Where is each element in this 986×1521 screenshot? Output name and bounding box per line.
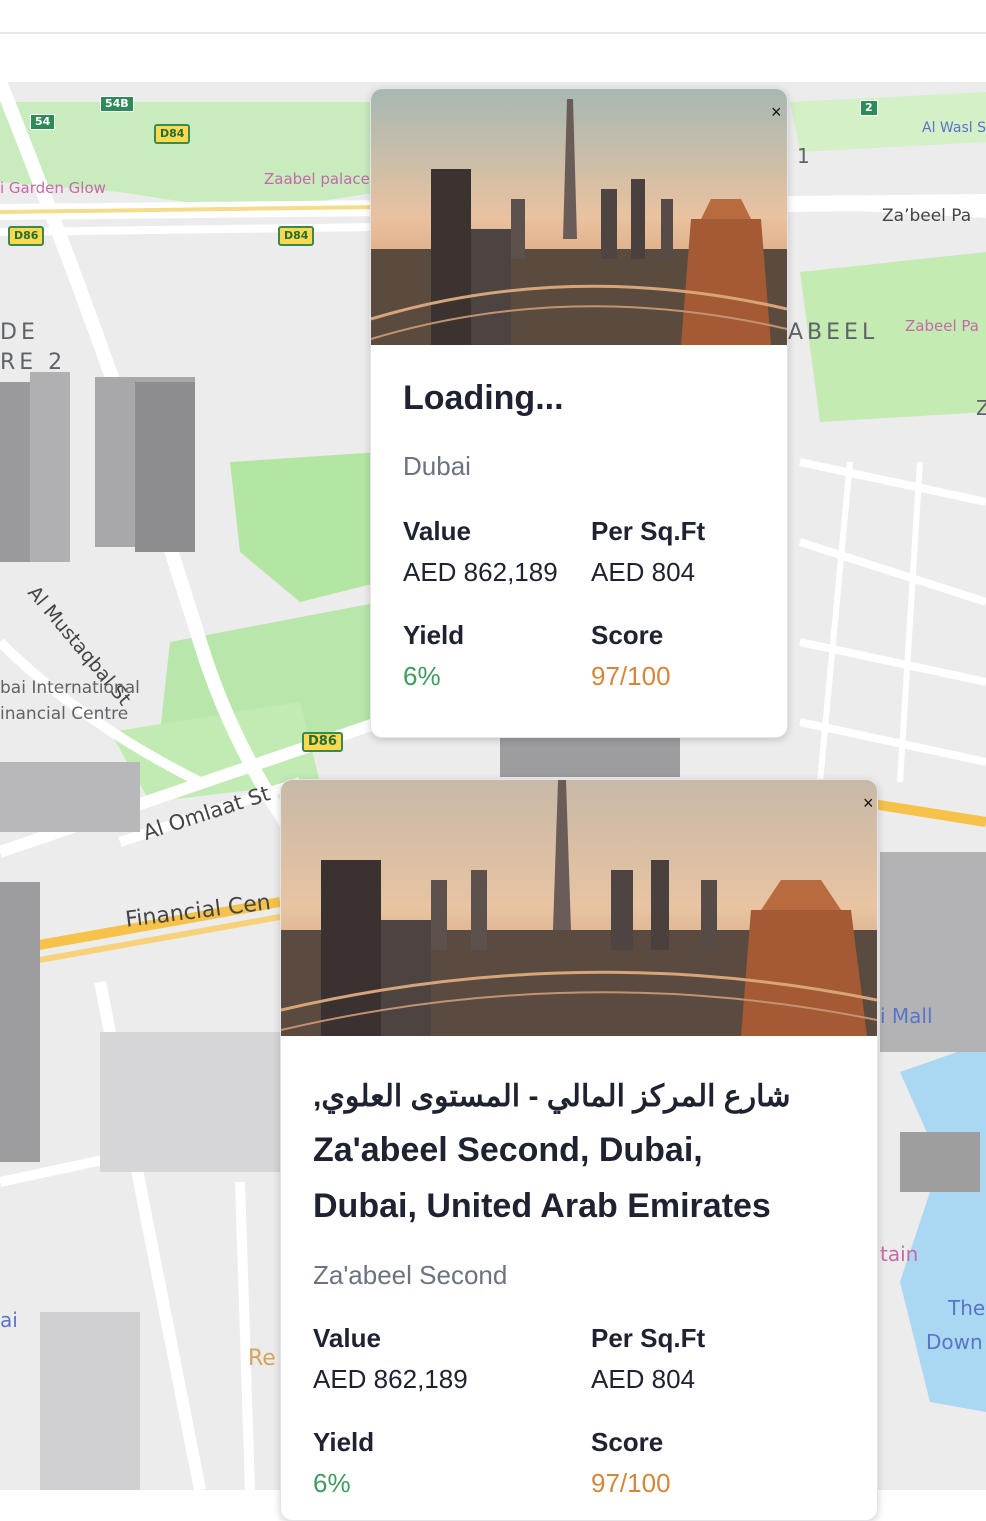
stat-persqft-label: Per Sq.Ft	[591, 516, 706, 546]
stat-yield-label: Yield	[403, 620, 465, 650]
map-label-the: The	[948, 1296, 986, 1320]
map-label-de: DE	[0, 320, 39, 345]
map-label-mall: i Mall	[880, 1004, 933, 1028]
map-label-difc-line2: inancial Centre	[0, 704, 129, 724]
road-shield-d84-b: D84	[278, 226, 315, 246]
stat-yield-label: Yield	[313, 1427, 375, 1457]
road-shield-d84-a: D84	[154, 124, 191, 144]
map-label-ai: ai	[0, 1308, 18, 1332]
top-bar	[0, 0, 986, 34]
stat-score-amount: 97/100	[591, 661, 671, 691]
stat-score-label: Score	[591, 620, 664, 650]
property-photo	[371, 89, 787, 345]
stat-value-amount: AED 862,189	[313, 1364, 468, 1394]
map-label-zabeel-palace[interactable]: Zaabel palace	[264, 170, 370, 188]
stat-persqft-block: Per Sq.Ft AED 804	[591, 1323, 705, 1395]
property-popup-bottom: × شارع المركز المالي - المستوى العلوي, Z…	[280, 779, 878, 1521]
map-label-z: Z	[976, 396, 986, 420]
road-shield-d86-a: D86	[8, 226, 45, 246]
stat-persqft-block: Per Sq.Ft AED 804	[591, 516, 705, 588]
property-subtitle: Za'abeel Second	[313, 1260, 508, 1290]
header-spacer	[0, 34, 986, 82]
map-label-abeel: ABEEL	[788, 320, 879, 345]
property-photo	[281, 780, 877, 1036]
map-label-zabeel-park-pink[interactable]: Zabeel Pa	[905, 317, 979, 335]
stat-yield-amount: 6%	[313, 1468, 351, 1498]
map-label-one: 1	[797, 144, 810, 168]
stat-yield-block: Yield 6%	[403, 620, 464, 692]
property-subtitle: Dubai	[403, 451, 471, 481]
close-icon[interactable]: ×	[771, 103, 782, 121]
map-label-down: Down	[926, 1330, 983, 1354]
stat-score-block: Score 97/100	[591, 620, 671, 692]
stat-yield-block: Yield 6%	[313, 1427, 374, 1499]
close-icon[interactable]: ×	[863, 794, 874, 812]
stat-persqft-amount: AED 804	[591, 1364, 696, 1394]
stat-persqft-amount: AED 804	[591, 557, 696, 587]
property-title-arabic: شارع المركز المالي - المستوى العلوي,	[313, 1080, 791, 1113]
map-label-re2: RE 2	[0, 350, 67, 375]
stat-value-label: Value	[313, 1323, 381, 1353]
stat-value-label: Value	[403, 516, 471, 546]
stat-score-amount: 97/100	[591, 1468, 671, 1498]
road-shield-54: 54	[30, 114, 56, 130]
map-label-garden-glow[interactable]: i Garden Glow	[0, 179, 106, 197]
stat-yield-amount: 6%	[403, 661, 441, 691]
road-shield-2: 2	[860, 100, 878, 116]
property-title-line3: Dubai, United Arab Emirates	[313, 1187, 771, 1225]
stat-value-block: Value AED 862,189	[313, 1323, 468, 1395]
stat-value-block: Value AED 862,189	[403, 516, 558, 588]
map-label-tain: tain	[880, 1242, 919, 1266]
stat-score-block: Score 97/100	[591, 1427, 671, 1499]
map-label-difc-line1: bai International	[0, 678, 140, 698]
property-popup-top: × Loading... Dubai Value AED 862,189 Per…	[370, 88, 788, 738]
property-stats: Value AED 862,189 Per Sq.Ft AED 804 Yiel…	[403, 516, 763, 736]
map-label-al-wasl: Al Wasl S	[922, 120, 986, 136]
map-label-zaabeel-park: Za’beel Pa	[882, 206, 972, 226]
property-stats: Value AED 862,189 Per Sq.Ft AED 804 Yiel…	[313, 1323, 853, 1520]
stat-persqft-label: Per Sq.Ft	[591, 1323, 706, 1353]
road-shield-d86-b: D86	[302, 732, 343, 752]
map-label-re: Re	[248, 1346, 276, 1371]
stat-score-label: Score	[591, 1427, 664, 1457]
property-title: Loading...	[403, 379, 564, 417]
property-title-line2: Za'abeel Second, Dubai,	[313, 1131, 703, 1169]
stat-value-amount: AED 862,189	[403, 557, 558, 587]
road-shield-54b: 54B	[100, 96, 134, 112]
